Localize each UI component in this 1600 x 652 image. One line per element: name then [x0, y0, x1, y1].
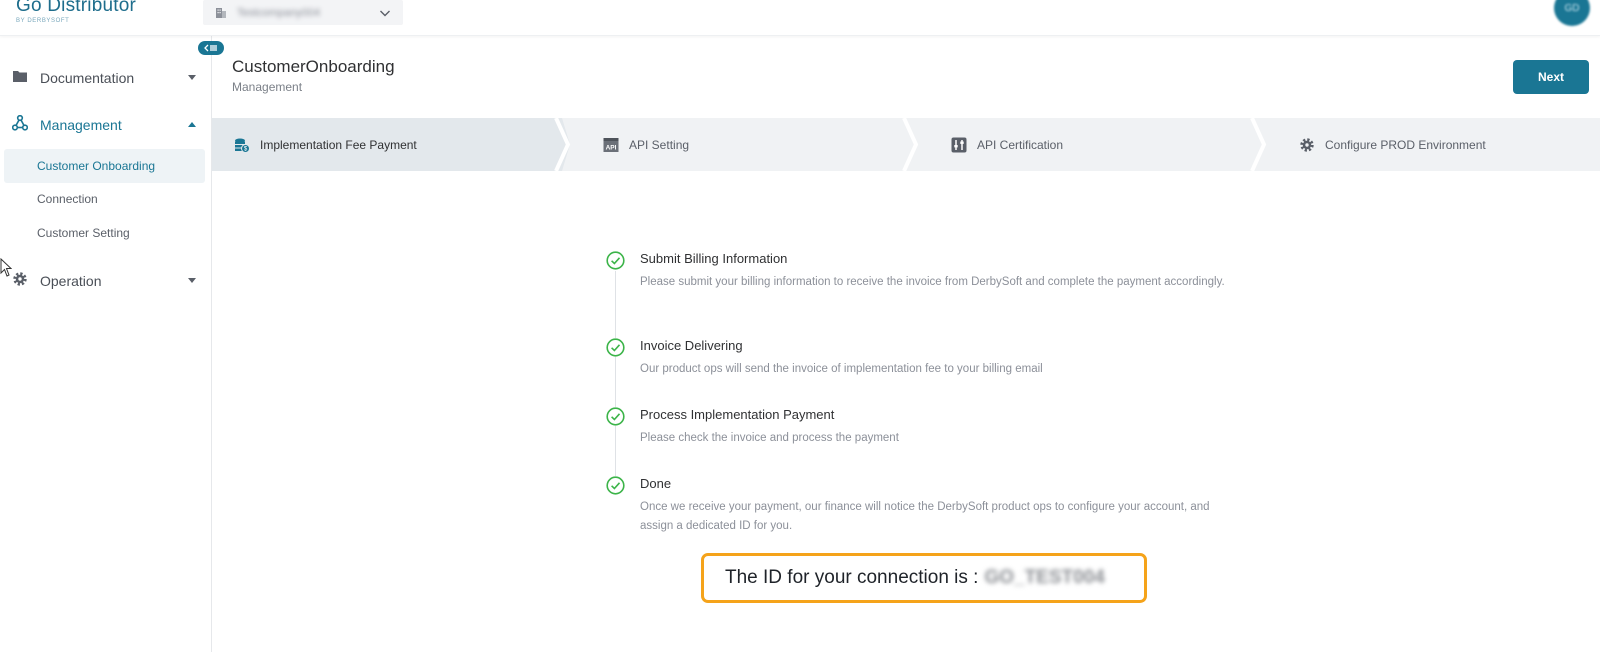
timeline-connector [615, 271, 616, 485]
mouse-cursor-icon [0, 257, 13, 283]
caret-down-icon [188, 75, 196, 80]
timeline-item-description: Our product ops will send the invoice of… [640, 363, 1043, 375]
page-header: CustomerOnboarding Management Next [212, 36, 1600, 118]
sidebar-group-documentation[interactable]: Documentation [0, 63, 212, 93]
sidebar-group-label: Operation [40, 273, 102, 289]
page-title: CustomerOnboarding [232, 57, 395, 76]
folder-icon [12, 69, 28, 88]
brand-subtitle: BY DERBYSOFT [16, 18, 70, 24]
collapse-icon [204, 44, 217, 52]
check-circle-icon [606, 251, 625, 270]
caret-up-icon [188, 122, 196, 127]
timeline-item-title: Process Implementation Payment [640, 407, 835, 422]
coins-icon: $ [234, 137, 250, 153]
step-api-certification[interactable]: API Certification [951, 118, 1063, 171]
sliders-icon [951, 137, 967, 153]
caret-down-icon [188, 278, 196, 283]
step-configure-prod-environment[interactable]: Configure PROD Environment [1299, 118, 1486, 171]
step-api-setting[interactable]: API API Setting [603, 118, 689, 171]
next-button[interactable]: Next [1513, 60, 1589, 94]
page-subtitle: Management [232, 80, 303, 94]
step-label: API Certification [977, 137, 1064, 152]
connection-id-value: GO_TEST004 [984, 567, 1105, 588]
svg-text:API: API [606, 144, 617, 151]
company-select[interactable]: Testcompany004 [203, 0, 403, 25]
step-label: Implementation Fee Payment [260, 137, 417, 152]
check-circle-icon [606, 476, 625, 495]
check-circle-icon [606, 338, 625, 357]
connection-id-label: The ID for your connection is : [725, 567, 979, 588]
step-implementation-fee-payment[interactable]: $ Implementation Fee Payment [234, 118, 417, 171]
brand-name: Go Distributor [16, 0, 137, 16]
step-progress-bar: $ Implementation Fee Payment API API Set… [212, 118, 1600, 171]
timeline-item-description: Please submit your billing information t… [640, 276, 1225, 288]
gear-icon [12, 271, 28, 292]
check-circle-icon [606, 407, 625, 426]
sidebar-group-label: Documentation [40, 70, 135, 86]
sidebar-group-management[interactable]: Management [0, 110, 212, 140]
gear-icon [1299, 137, 1315, 153]
company-name: Testcompany004 [237, 6, 321, 19]
collapse-sidebar-button[interactable] [198, 41, 224, 55]
hub-icon [11, 114, 29, 136]
timeline-item-title: Invoice Delivering [640, 338, 743, 353]
step-label: API Setting [629, 137, 690, 152]
step-label: Configure PROD Environment [1325, 137, 1486, 152]
timeline-item-title: Done [640, 476, 672, 491]
timeline-item-description: Once we receive your payment, our financ… [640, 501, 1210, 532]
connection-id-box: The ID for your connection is : GO_TEST0… [701, 553, 1147, 603]
timeline-item-title: Submit Billing Information [640, 251, 788, 266]
sidebar-group-operation[interactable]: Operation [0, 266, 212, 296]
sidebar-item-customer-onboarding[interactable]: Customer Onboarding [4, 149, 205, 183]
chevron-down-icon [379, 6, 391, 24]
timeline-item-description: Please check the invoice and process the… [640, 432, 899, 444]
sidebar-item-connection[interactable]: Connection [4, 182, 205, 216]
sidebar-item-customer-setting[interactable]: Customer Setting [4, 216, 205, 250]
building-icon [215, 7, 227, 19]
top-bar: Go Distributor BY DERBYSOFT Testcompany0… [0, 0, 1600, 36]
user-avatar[interactable]: GD [1554, 0, 1590, 26]
brand-logo[interactable]: Go Distributor BY DERBYSOFT [16, 0, 136, 24]
sidebar-group-label: Management [40, 117, 122, 133]
api-icon: API [603, 137, 619, 153]
